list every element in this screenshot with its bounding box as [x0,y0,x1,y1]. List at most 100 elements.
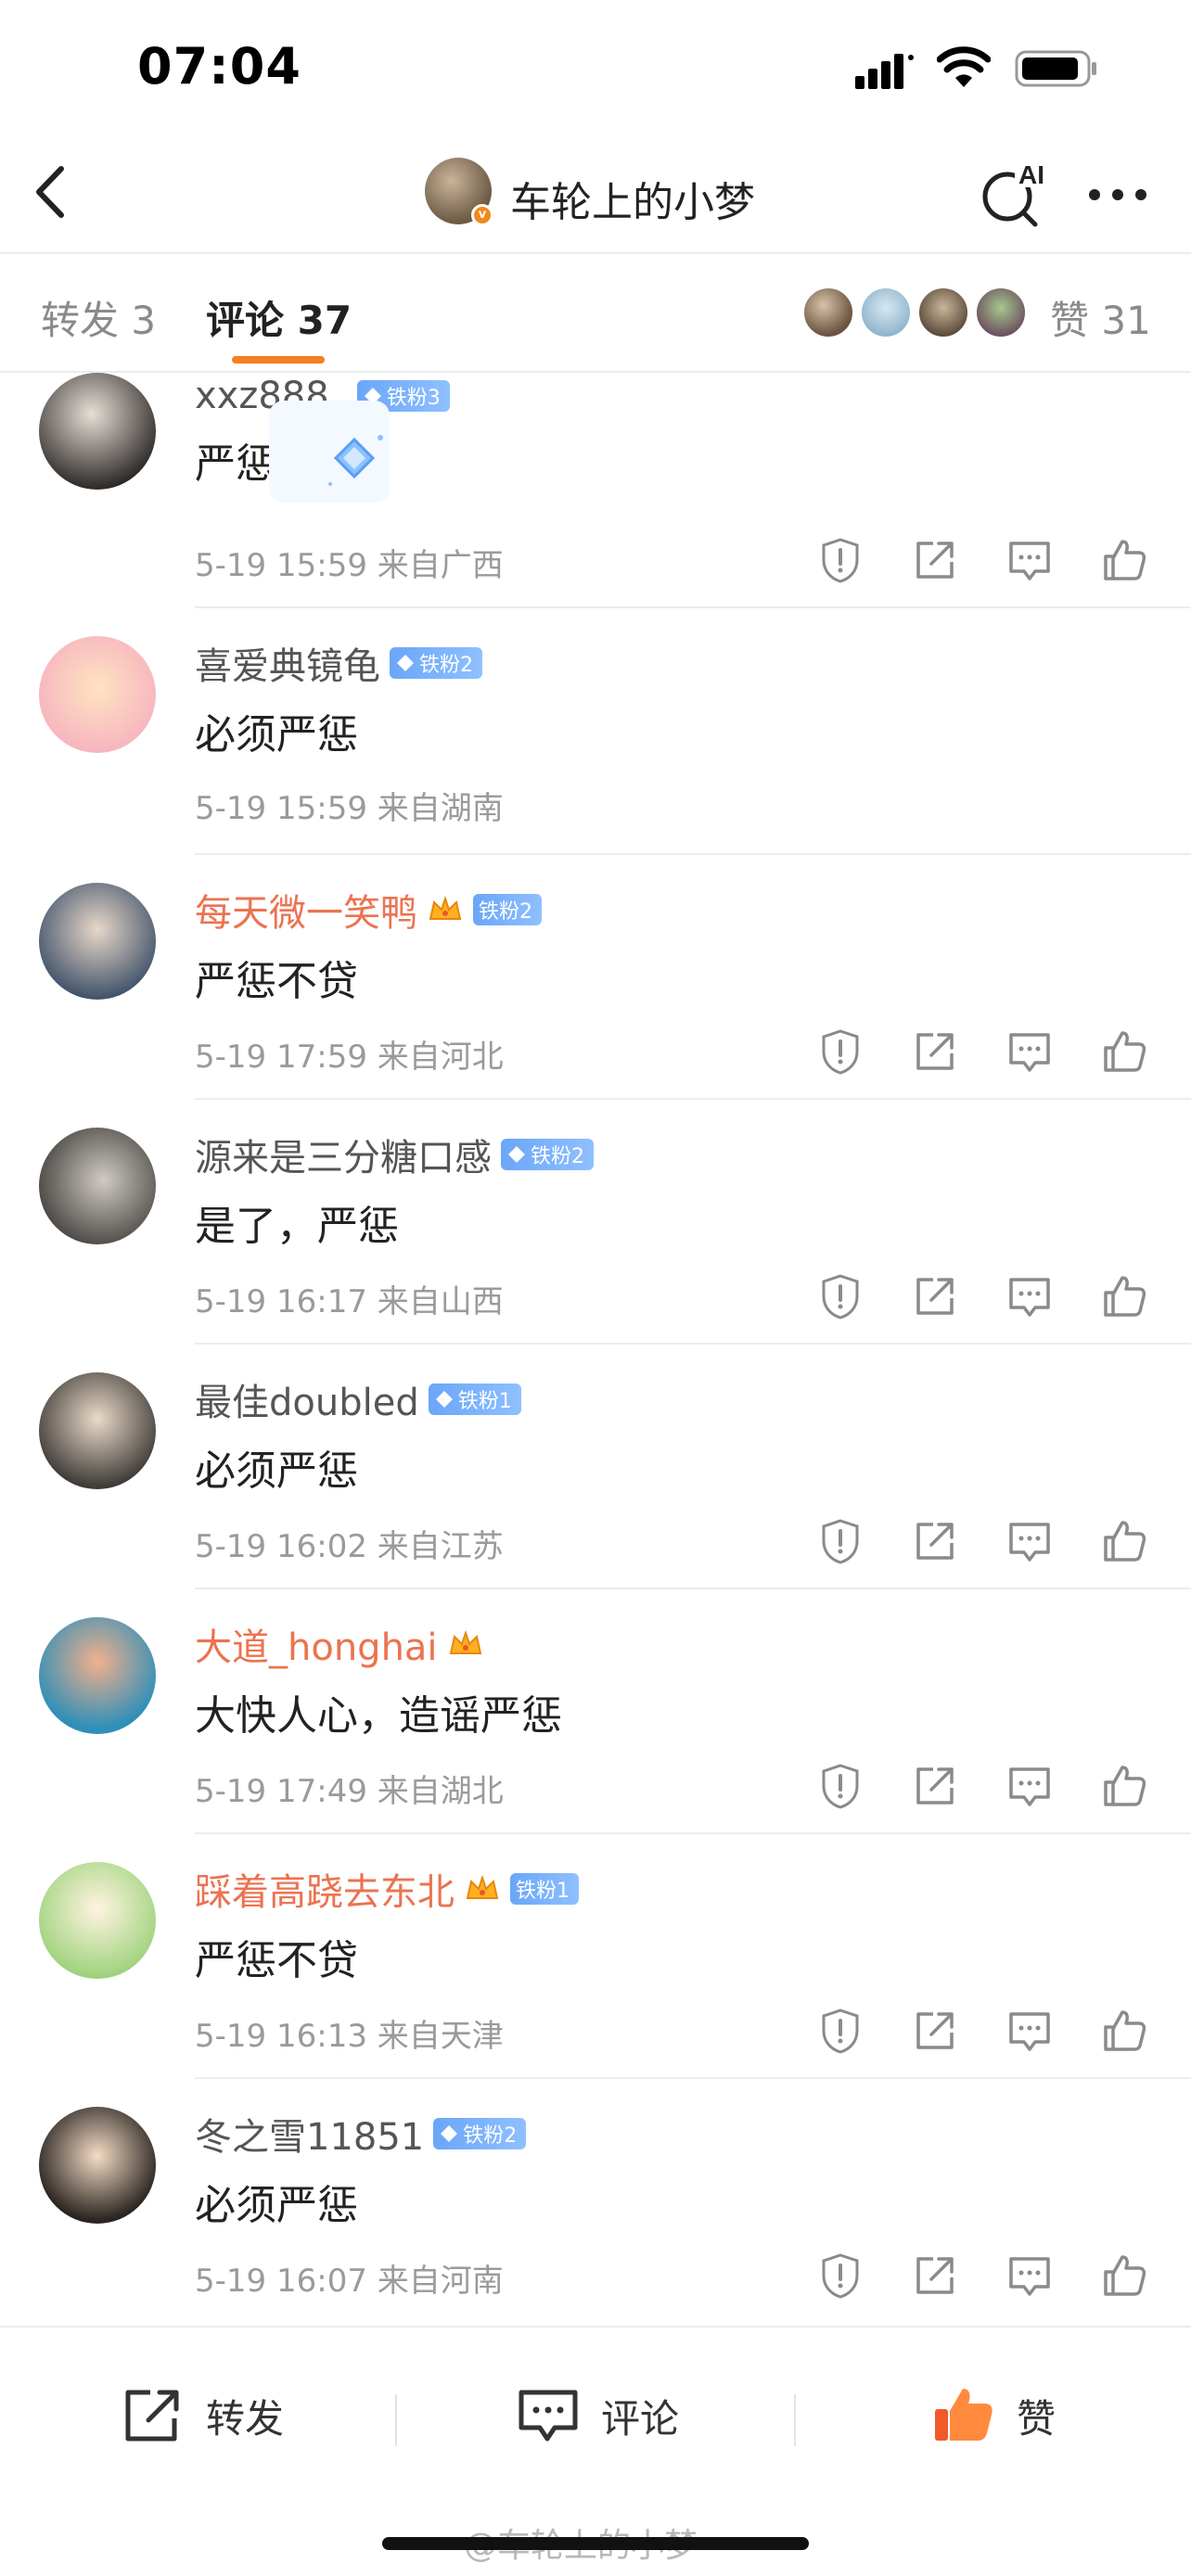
liker-avatar [801,286,855,339]
back-arrow-icon[interactable] [28,159,74,224]
commenter-avatar[interactable] [39,636,156,753]
share-icon[interactable] [911,1027,959,1076]
comment-item[interactable]: 喜爱典镜龟 铁粉2 必须严惩 5-19 15:59 来自湖南 [0,608,1191,855]
like-icon[interactable] [1100,536,1148,584]
comment-item[interactable]: 冬之雪11851 铁粉2 必须严惩 5-19 16:07 来自河南 [0,2079,1191,2324]
home-indicator[interactable] [382,2537,809,2550]
share-icon[interactable] [911,1517,959,1565]
reply-icon[interactable] [1005,2007,1054,2055]
crown-icon [466,1874,499,1899]
comment-meta: 5-19 16:07 来自河南 [195,2263,504,2300]
commenter-avatar[interactable] [39,883,156,1000]
commenter-avatar[interactable] [39,1862,156,1979]
share-icon[interactable] [911,536,959,584]
active-tab-indicator [232,356,325,363]
fan-badge: 铁粉1 [428,1384,521,1415]
fan-badge-label: 铁粉2 [531,1145,584,1168]
tab-like[interactable]: 赞 31 [1050,289,1151,346]
nav-bar: v 车轮上的小梦 AI [0,139,1191,250]
like-icon[interactable] [1100,2251,1148,2300]
fan-badge-label: 铁粉2 [419,654,473,677]
liker-avatar [974,286,1028,339]
toolbar-separator [794,2394,796,2446]
author-avatar[interactable]: v [425,158,493,226]
reply-icon[interactable] [1005,536,1054,584]
commenter-name[interactable]: 大道_honghai [195,1617,438,1671]
commenter-avatar[interactable] [39,1372,156,1489]
report-icon[interactable] [816,536,864,584]
comment-list[interactable]: xxz888_ 铁粉3 严惩 5-19 15:59 来自广西 喜爱典镜龟 铁粉2… [0,373,1191,2326]
like-icon[interactable] [1100,2007,1148,2055]
commenter-name[interactable]: 每天微一笑鸭 [195,883,417,937]
comment-text: 严惩 [195,440,276,488]
comment-item[interactable]: xxz888_ 铁粉3 严惩 5-19 15:59 来自广西 [0,373,1191,608]
reply-icon[interactable] [1005,1517,1054,1565]
comment-icon [519,2390,578,2442]
report-icon[interactable] [816,1762,864,1810]
liker-avatars[interactable] [801,286,1033,341]
commenter-avatar[interactable] [39,373,156,490]
reply-icon[interactable] [1005,2251,1054,2300]
comment-text: 严惩不贷 [195,1937,358,1984]
report-icon[interactable] [816,2251,864,2300]
ai-search-icon[interactable]: AI [978,156,1052,230]
fan-badge-label: 铁粉3 [386,387,441,410]
comment-item[interactable]: 源来是三分糖口感 铁粉2 是了，严惩 5-19 16:17 来自山西 [0,1100,1191,1345]
comment-text: 必须严惩 [195,1447,358,1495]
comment-item[interactable]: 大道_honghai 大快人心，造谣严惩 5-19 17:49 来自湖北 [0,1589,1191,1834]
author-name[interactable]: 车轮上的小梦 [510,169,755,228]
commenter-name[interactable]: 喜爱典镜龟 [195,636,380,690]
report-icon[interactable] [816,2007,864,2055]
comment-actions [816,1517,1159,1567]
commenter-avatar[interactable] [39,1128,156,1244]
commenter-name[interactable]: 踩着高跷去东北 [195,1862,455,1916]
tab-repost[interactable]: 转发 3 [41,289,156,346]
more-options-icon[interactable] [1085,185,1150,204]
like-icon[interactable] [1100,1517,1148,1565]
commenter-avatar[interactable] [39,2107,156,2224]
comment-item[interactable]: 最佳doubled 铁粉1 必须严惩 5-19 16:02 来自江苏 [0,1345,1191,1589]
toolbar-separator [395,2394,397,2446]
commenter-avatar[interactable] [39,1617,156,1734]
fan-badge: 铁粉2 [390,647,482,679]
comment-item[interactable]: 每天微一笑鸭 铁粉2 严惩不贷 5-19 17:59 来自河北 [0,855,1191,1100]
comment-actions [816,1762,1159,1812]
comment-text: 是了，严惩 [195,1203,399,1250]
comment-meta: 5-19 17:59 来自河北 [195,1039,504,1076]
share-icon[interactable] [911,2007,959,2055]
reply-icon[interactable] [1005,1762,1054,1810]
like-icon[interactable] [1100,1027,1148,1076]
battery-icon [1015,50,1096,87]
status-bar: 07:04 [0,0,1191,130]
share-icon[interactable] [911,1272,959,1320]
like-icon[interactable] [1100,1272,1148,1320]
fan-badge-label: 铁粉2 [479,900,532,924]
commenter-name[interactable]: 最佳doubled [195,1372,419,1426]
comment-label: 评论 [601,2395,680,2442]
report-icon[interactable] [816,1517,864,1565]
comment-button[interactable]: 评论 [516,2383,679,2448]
diamond-icon [508,1146,525,1163]
tab-comment[interactable]: 评论 37 [206,289,352,346]
wifi-icon [937,46,991,87]
like-icon[interactable] [1100,1762,1148,1810]
report-icon[interactable] [816,1027,864,1076]
fan-badge: 铁粉2 [473,894,542,925]
diamond-icon [397,655,414,671]
commenter-name[interactable]: 源来是三分糖口感 [195,1128,492,1181]
like-button[interactable]: 赞 [931,2383,1056,2448]
reply-icon[interactable] [1005,1027,1054,1076]
comment-text: 必须严惩 [195,711,358,759]
fan-badge-label: 铁粉1 [457,1390,512,1413]
repost-button[interactable]: 转发 [121,2383,284,2448]
report-icon[interactable] [816,1272,864,1320]
commenter-name[interactable]: 冬之雪11851 [195,2107,424,2161]
bottom-toolbar: 转发 评论 赞 @车轮上的小梦 [0,2326,1191,2576]
fan-badge-label: 铁粉1 [516,1880,570,1903]
crown-icon [429,895,462,920]
share-icon[interactable] [911,1762,959,1810]
reply-icon[interactable] [1005,1272,1054,1320]
comment-item[interactable]: 踩着高跷去东北 铁粉1 严惩不贷 5-19 16:13 来自天津 [0,1834,1191,2079]
tab-bar: 转发 3 评论 37 赞 31 [0,254,1191,373]
share-icon[interactable] [911,2251,959,2300]
